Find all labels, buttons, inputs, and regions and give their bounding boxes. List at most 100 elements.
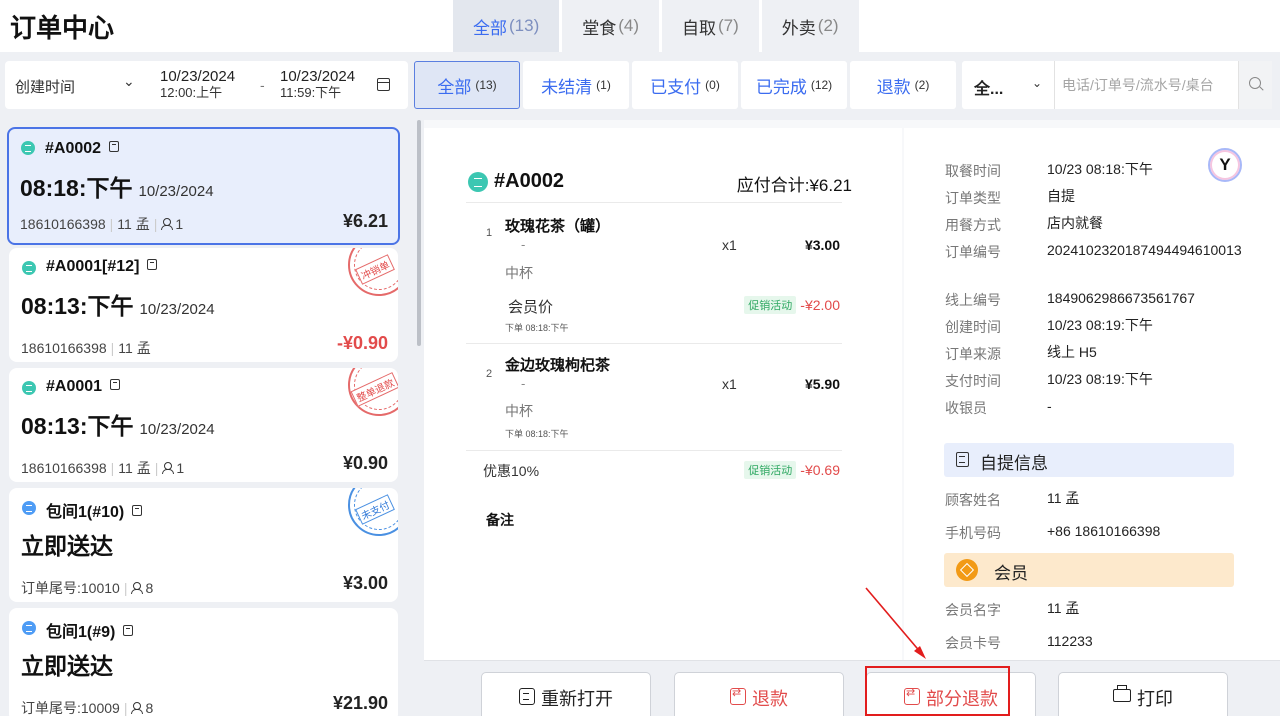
reversal-stamp: 冲销单 xyxy=(348,248,398,296)
order-card[interactable]: #A0002 08:18:下午 10/23/2024 18610166398 | 11… xyxy=(7,127,400,245)
status-tab-paid[interactable]: 已支付 (0) xyxy=(632,61,738,109)
info-label: 顾客姓名 xyxy=(945,492,1001,508)
info-label: 会员卡号 xyxy=(945,635,1001,651)
payable-total: 应付合计:¥6.21 xyxy=(736,176,852,195)
print-button[interactable]: 打印 xyxy=(1058,672,1228,716)
info-value: 10/23 08:19:下午 xyxy=(1047,317,1153,333)
item-dash: - xyxy=(521,237,526,252)
start-datetime[interactable]: 10/23/2024 12:00:上午 xyxy=(160,69,235,101)
info-label: 创建时间 xyxy=(945,319,1001,335)
info-label: 手机号码 xyxy=(945,525,1001,541)
reopen-button[interactable]: 重新打开 xyxy=(481,672,651,716)
tab-count: (13) xyxy=(509,16,540,35)
search-scope-select[interactable]: 全... xyxy=(974,75,1003,99)
info-label: 订单来源 xyxy=(945,346,1001,362)
info-label: 支付时间 xyxy=(945,373,1001,389)
search-input[interactable] xyxy=(1062,71,1234,99)
item-index: 1 xyxy=(486,227,493,239)
tab-count: (4) xyxy=(618,16,640,35)
item-price: ¥3.00 xyxy=(804,237,840,253)
bag-icon xyxy=(132,505,143,516)
order-phone: 18610166398 xyxy=(21,340,107,356)
scrollbar[interactable] xyxy=(417,120,421,346)
order-meta: 18610166398 | 11 孟 | 1 xyxy=(21,460,185,476)
status-tab-unsettled[interactable]: 未结清 (1) xyxy=(523,61,629,109)
order-time: 立即送达 xyxy=(21,533,113,559)
order-card[interactable]: #A0001[#12] 08:13:下午 10/23/2024 186101663… xyxy=(9,248,398,362)
filter-bar: 创建时间 ⌄ 10/23/2024 12:00:上午 - 10/23/2024 11… xyxy=(0,52,1280,120)
divider xyxy=(1054,61,1055,109)
status-tab-refund[interactable]: 退款 (2) xyxy=(850,61,956,109)
order-meta: 订单尾号:10009 | 8 xyxy=(21,700,154,716)
order-item[interactable]: 1 玫瑰花茶（罐） - 中杯 x1 ¥3.00 会员价 促销活动 -¥2.00 下… xyxy=(466,202,842,344)
item-spec: 中杯 xyxy=(505,403,533,419)
tab-dine-in[interactable]: 堂食 (4) xyxy=(562,0,660,52)
order-tail: 订单尾号:10010 xyxy=(21,580,120,596)
end-datetime[interactable]: 10/23/2024 11:59:下午 xyxy=(280,69,355,101)
order-people: 1 xyxy=(175,216,184,232)
order-customer: 11 孟 xyxy=(118,460,151,476)
order-time: 08:13:下午 10/23/2024 xyxy=(21,407,215,441)
stamp-text: 未支付 xyxy=(355,493,395,525)
search-button[interactable] xyxy=(1238,61,1272,109)
order-date: 10/23/2024 xyxy=(139,301,215,318)
tab-all[interactable]: 全部 (13) xyxy=(453,0,560,52)
date-field-select[interactable]: 创建时间 xyxy=(15,76,75,97)
date-separator: - xyxy=(260,77,265,93)
order-id: 包间1(#10) xyxy=(46,498,143,522)
button-label: 退款 xyxy=(752,689,788,709)
order-item[interactable]: 2 金边玫瑰枸杞茶 - 中杯 x1 ¥5.90 下单 08:18:下午 xyxy=(466,343,842,451)
chevron-down-icon[interactable]: ⌄ xyxy=(123,73,135,90)
info-value: 店内就餐 xyxy=(1047,215,1103,231)
order-people: 8 xyxy=(145,580,154,596)
tab-label: 堂食 xyxy=(582,18,617,38)
tab-pickup[interactable]: 自取 (7) xyxy=(662,0,759,52)
item-index: 2 xyxy=(486,368,493,380)
order-amount: ¥3.00 xyxy=(342,573,388,593)
order-detail: #A0002 应付合计:¥6.21 1 玫瑰花茶（罐） - 中杯 x1 ¥3.0… xyxy=(424,120,1280,660)
info-value: 1849062986673561767 xyxy=(1047,290,1195,306)
chevron-down-icon[interactable]: ⌄ xyxy=(1032,76,1042,90)
room-icon xyxy=(22,621,36,635)
diamond-icon xyxy=(956,559,978,581)
status-tab-label: 全部 xyxy=(437,77,472,97)
item-price: ¥5.90 xyxy=(804,376,840,392)
button-label: 打印 xyxy=(1137,689,1173,709)
info-label: 订单类型 xyxy=(945,190,1001,206)
status-tab-label: 已支付 xyxy=(650,77,702,97)
search-box: 全... ⌄ xyxy=(962,61,1272,109)
status-tab-all[interactable]: 全部 (13) xyxy=(414,61,520,109)
status-tab-count: (1) xyxy=(596,78,611,92)
order-card[interactable]: 包间1(#9) 立即送达 订单尾号:10009 | 8 ¥21.90 xyxy=(9,608,398,716)
tab-label: 全部 xyxy=(473,18,507,38)
order-card[interactable]: 包间1(#10) 立即送达 订单尾号:10010 | 8 ¥3.00 未支付 xyxy=(9,488,398,602)
info-label: 订单编号 xyxy=(945,244,1001,260)
order-amount: -¥0.90 xyxy=(336,333,388,353)
item-qty: x1 xyxy=(722,237,737,253)
refund-button[interactable]: 退款 xyxy=(674,672,844,716)
calendar-icon[interactable] xyxy=(377,78,390,91)
doc-icon xyxy=(956,452,969,467)
order-card[interactable]: #A0001 08:13:下午 10/23/2024 18610166398 | 11… xyxy=(9,368,398,482)
order-info-panel: Y 取餐时间 10/23 08:18:下午 订单类型 自提 用餐方式 店内就餐 … xyxy=(904,128,1280,660)
info-label: 线上编号 xyxy=(945,292,1001,308)
discount-label: 优惠10% xyxy=(483,463,540,479)
order-amount: ¥21.90 xyxy=(332,693,388,713)
tab-delivery[interactable]: 外卖 (2) xyxy=(761,0,859,52)
order-amount: ¥6.21 xyxy=(342,211,388,231)
date-range-picker[interactable]: 创建时间 ⌄ 10/23/2024 12:00:上午 - 10/23/2024 11… xyxy=(5,61,408,109)
brand-logo: Y xyxy=(1208,148,1242,182)
order-time-text: 08:13:下午 xyxy=(21,293,134,319)
start-time: 12:00:上午 xyxy=(160,85,223,100)
page-title: 订单中心 xyxy=(10,13,115,43)
info-value: 11 孟 xyxy=(1047,600,1080,616)
bag-icon xyxy=(147,259,158,270)
member-price-label: 会员价 xyxy=(508,299,554,316)
action-bar: 重新打开 退款 部分退款 打印 xyxy=(424,660,1280,716)
order-meta: 18610166398 | 11 孟 | 1 xyxy=(20,216,184,232)
order-people: 8 xyxy=(145,700,154,716)
item-order-time: 下单 08:18:下午 xyxy=(505,323,569,333)
remark-label: 备注 xyxy=(476,502,842,536)
status-tab-completed[interactable]: 已完成 (12) xyxy=(741,61,847,109)
info-value: 2024102320187494494610013 xyxy=(1047,242,1242,258)
